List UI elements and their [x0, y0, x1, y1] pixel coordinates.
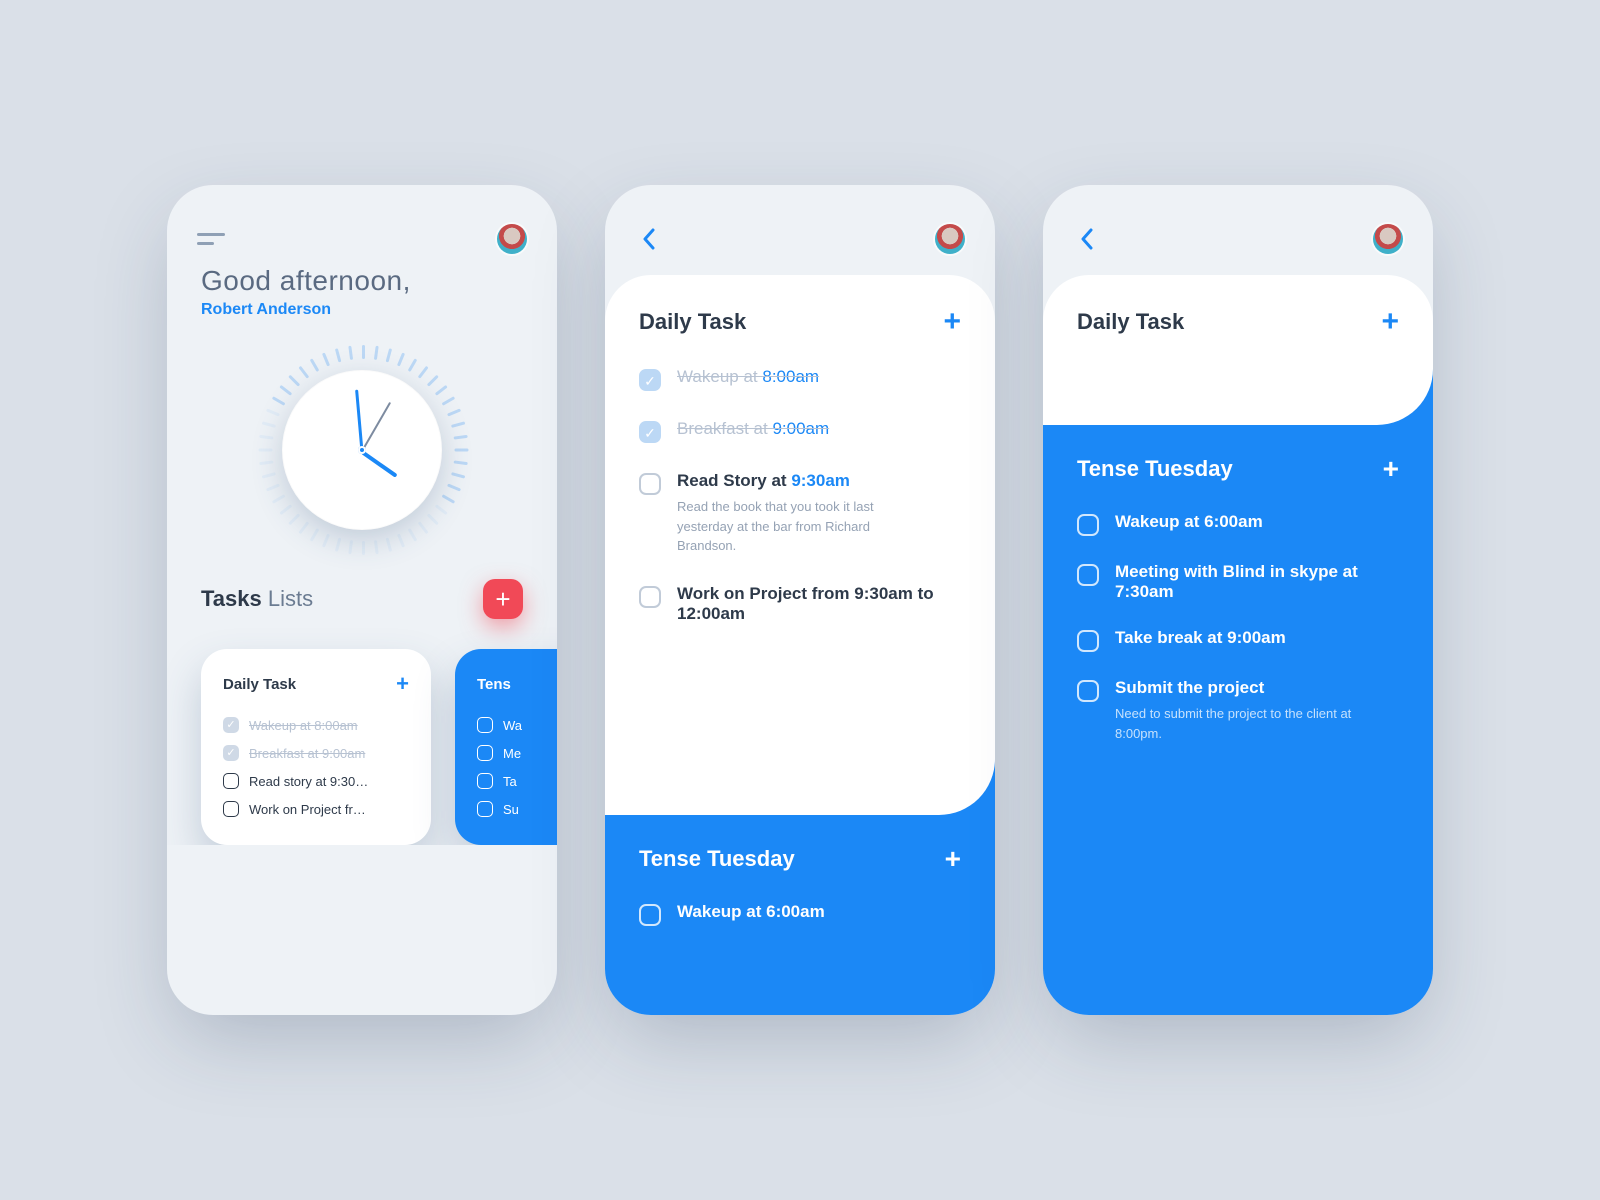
tense-tuesday-panel: Tense Tuesday + Wakeup at 6:00am [605, 815, 995, 1015]
add-task-button[interactable]: + [945, 843, 961, 875]
card-title: Daily Task [223, 676, 296, 693]
panel-title: Daily Task [1077, 309, 1184, 335]
add-task-button[interactable]: + [1383, 453, 1399, 485]
back-button[interactable] [1073, 225, 1101, 253]
phone-screen-home: Good afternoon, Robert Anderson Tasks Li… [167, 185, 557, 1015]
task-row[interactable]: Breakfast at 9:00am [639, 405, 961, 457]
add-task-icon[interactable]: + [396, 671, 409, 697]
panel-title: Daily Task [639, 309, 746, 335]
avatar[interactable] [935, 224, 965, 254]
avatar[interactable] [497, 224, 527, 254]
checkbox-icon[interactable] [1077, 630, 1099, 652]
checkbox-icon[interactable] [223, 717, 239, 733]
user-name: Robert Anderson [201, 301, 523, 319]
checkbox-icon[interactable] [477, 745, 493, 761]
list-item[interactable]: Read story at 9:30… [223, 767, 409, 795]
checkbox-icon[interactable] [639, 473, 661, 495]
task-description: Read the book that you took it last yest… [677, 497, 917, 556]
task-description: Need to submit the project to the client… [1115, 704, 1365, 743]
list-item[interactable]: Breakfast at 9:00am [223, 739, 409, 767]
card-daily-task[interactable]: Daily Task + Wakeup at 8:00am Breakfast … [201, 649, 431, 845]
card-tense-tuesday[interactable]: Tens + Wa Me Ta Su [455, 649, 557, 845]
phone-screen-tense-tuesday: Daily Task + Tense Tuesday + Wakeup at 6… [1043, 185, 1433, 1015]
panel-corner-decoration [1377, 369, 1433, 425]
add-task-button[interactable]: + [943, 305, 961, 339]
list-item[interactable]: Wa [477, 711, 557, 739]
add-task-button[interactable]: + [1381, 305, 1399, 339]
section-title: Tasks Lists [201, 586, 313, 612]
tasks-lists-header: Tasks Lists + [167, 579, 557, 619]
daily-task-panel: Daily Task + Wakeup at 8:00am Breakfast … [605, 275, 995, 815]
task-row[interactable]: Submit the project Need to submit the pr… [1077, 665, 1399, 756]
checkbox-icon[interactable] [1077, 564, 1099, 586]
checkbox-icon[interactable] [639, 904, 661, 926]
list-item[interactable]: Su [477, 795, 557, 823]
task-row[interactable]: Wakeup at 6:00am [639, 889, 961, 939]
checkbox-icon[interactable] [477, 801, 493, 817]
task-row[interactable]: Read Story at 9:30am Read the book that … [639, 457, 961, 570]
panel-corner-decoration [939, 759, 995, 815]
daily-task-panel: Daily Task + [1043, 275, 1433, 425]
greeting-block: Good afternoon, Robert Anderson [167, 265, 557, 319]
panel-title: Tense Tuesday [639, 846, 795, 872]
task-row[interactable]: Work on Project from 9:30am to 12:00am [639, 570, 961, 638]
topbar [605, 185, 995, 265]
avatar[interactable] [1373, 224, 1403, 254]
task-row[interactable]: Meeting with Blind in skype at 7:30am [1077, 549, 1399, 615]
topbar [167, 185, 557, 265]
back-button[interactable] [635, 225, 663, 253]
checkbox-icon[interactable] [477, 717, 493, 733]
phone-screen-daily-task: Daily Task + Wakeup at 8:00am Breakfast … [605, 185, 995, 1015]
checkbox-icon[interactable] [639, 369, 661, 391]
checkbox-icon[interactable] [477, 773, 493, 789]
checkbox-icon[interactable] [223, 745, 239, 761]
menu-icon[interactable] [197, 230, 225, 248]
card-title: Tens [477, 676, 511, 693]
checkbox-icon[interactable] [639, 586, 661, 608]
task-row[interactable]: Wakeup at 8:00am [639, 353, 961, 405]
topbar [1043, 185, 1433, 265]
add-list-button[interactable]: + [483, 579, 523, 619]
list-item[interactable]: Me [477, 739, 557, 767]
task-row[interactable]: Take break at 9:00am [1077, 615, 1399, 665]
list-item[interactable]: Wakeup at 8:00am [223, 711, 409, 739]
tense-tuesday-panel: Tense Tuesday + Wakeup at 6:00am Meeting… [1043, 425, 1433, 1015]
list-item[interactable]: Work on Project fr… [223, 795, 409, 823]
checkbox-icon[interactable] [223, 801, 239, 817]
clock [167, 345, 557, 555]
checkbox-icon[interactable] [639, 421, 661, 443]
checkbox-icon[interactable] [223, 773, 239, 789]
checkbox-icon[interactable] [1077, 514, 1099, 536]
checkbox-icon[interactable] [1077, 680, 1099, 702]
list-item[interactable]: Ta [477, 767, 557, 795]
panel-title: Tense Tuesday [1077, 456, 1233, 482]
task-list-cards[interactable]: Daily Task + Wakeup at 8:00am Breakfast … [167, 619, 557, 845]
task-row[interactable]: Wakeup at 6:00am [1077, 499, 1399, 549]
greeting-text: Good afternoon, [201, 265, 523, 297]
